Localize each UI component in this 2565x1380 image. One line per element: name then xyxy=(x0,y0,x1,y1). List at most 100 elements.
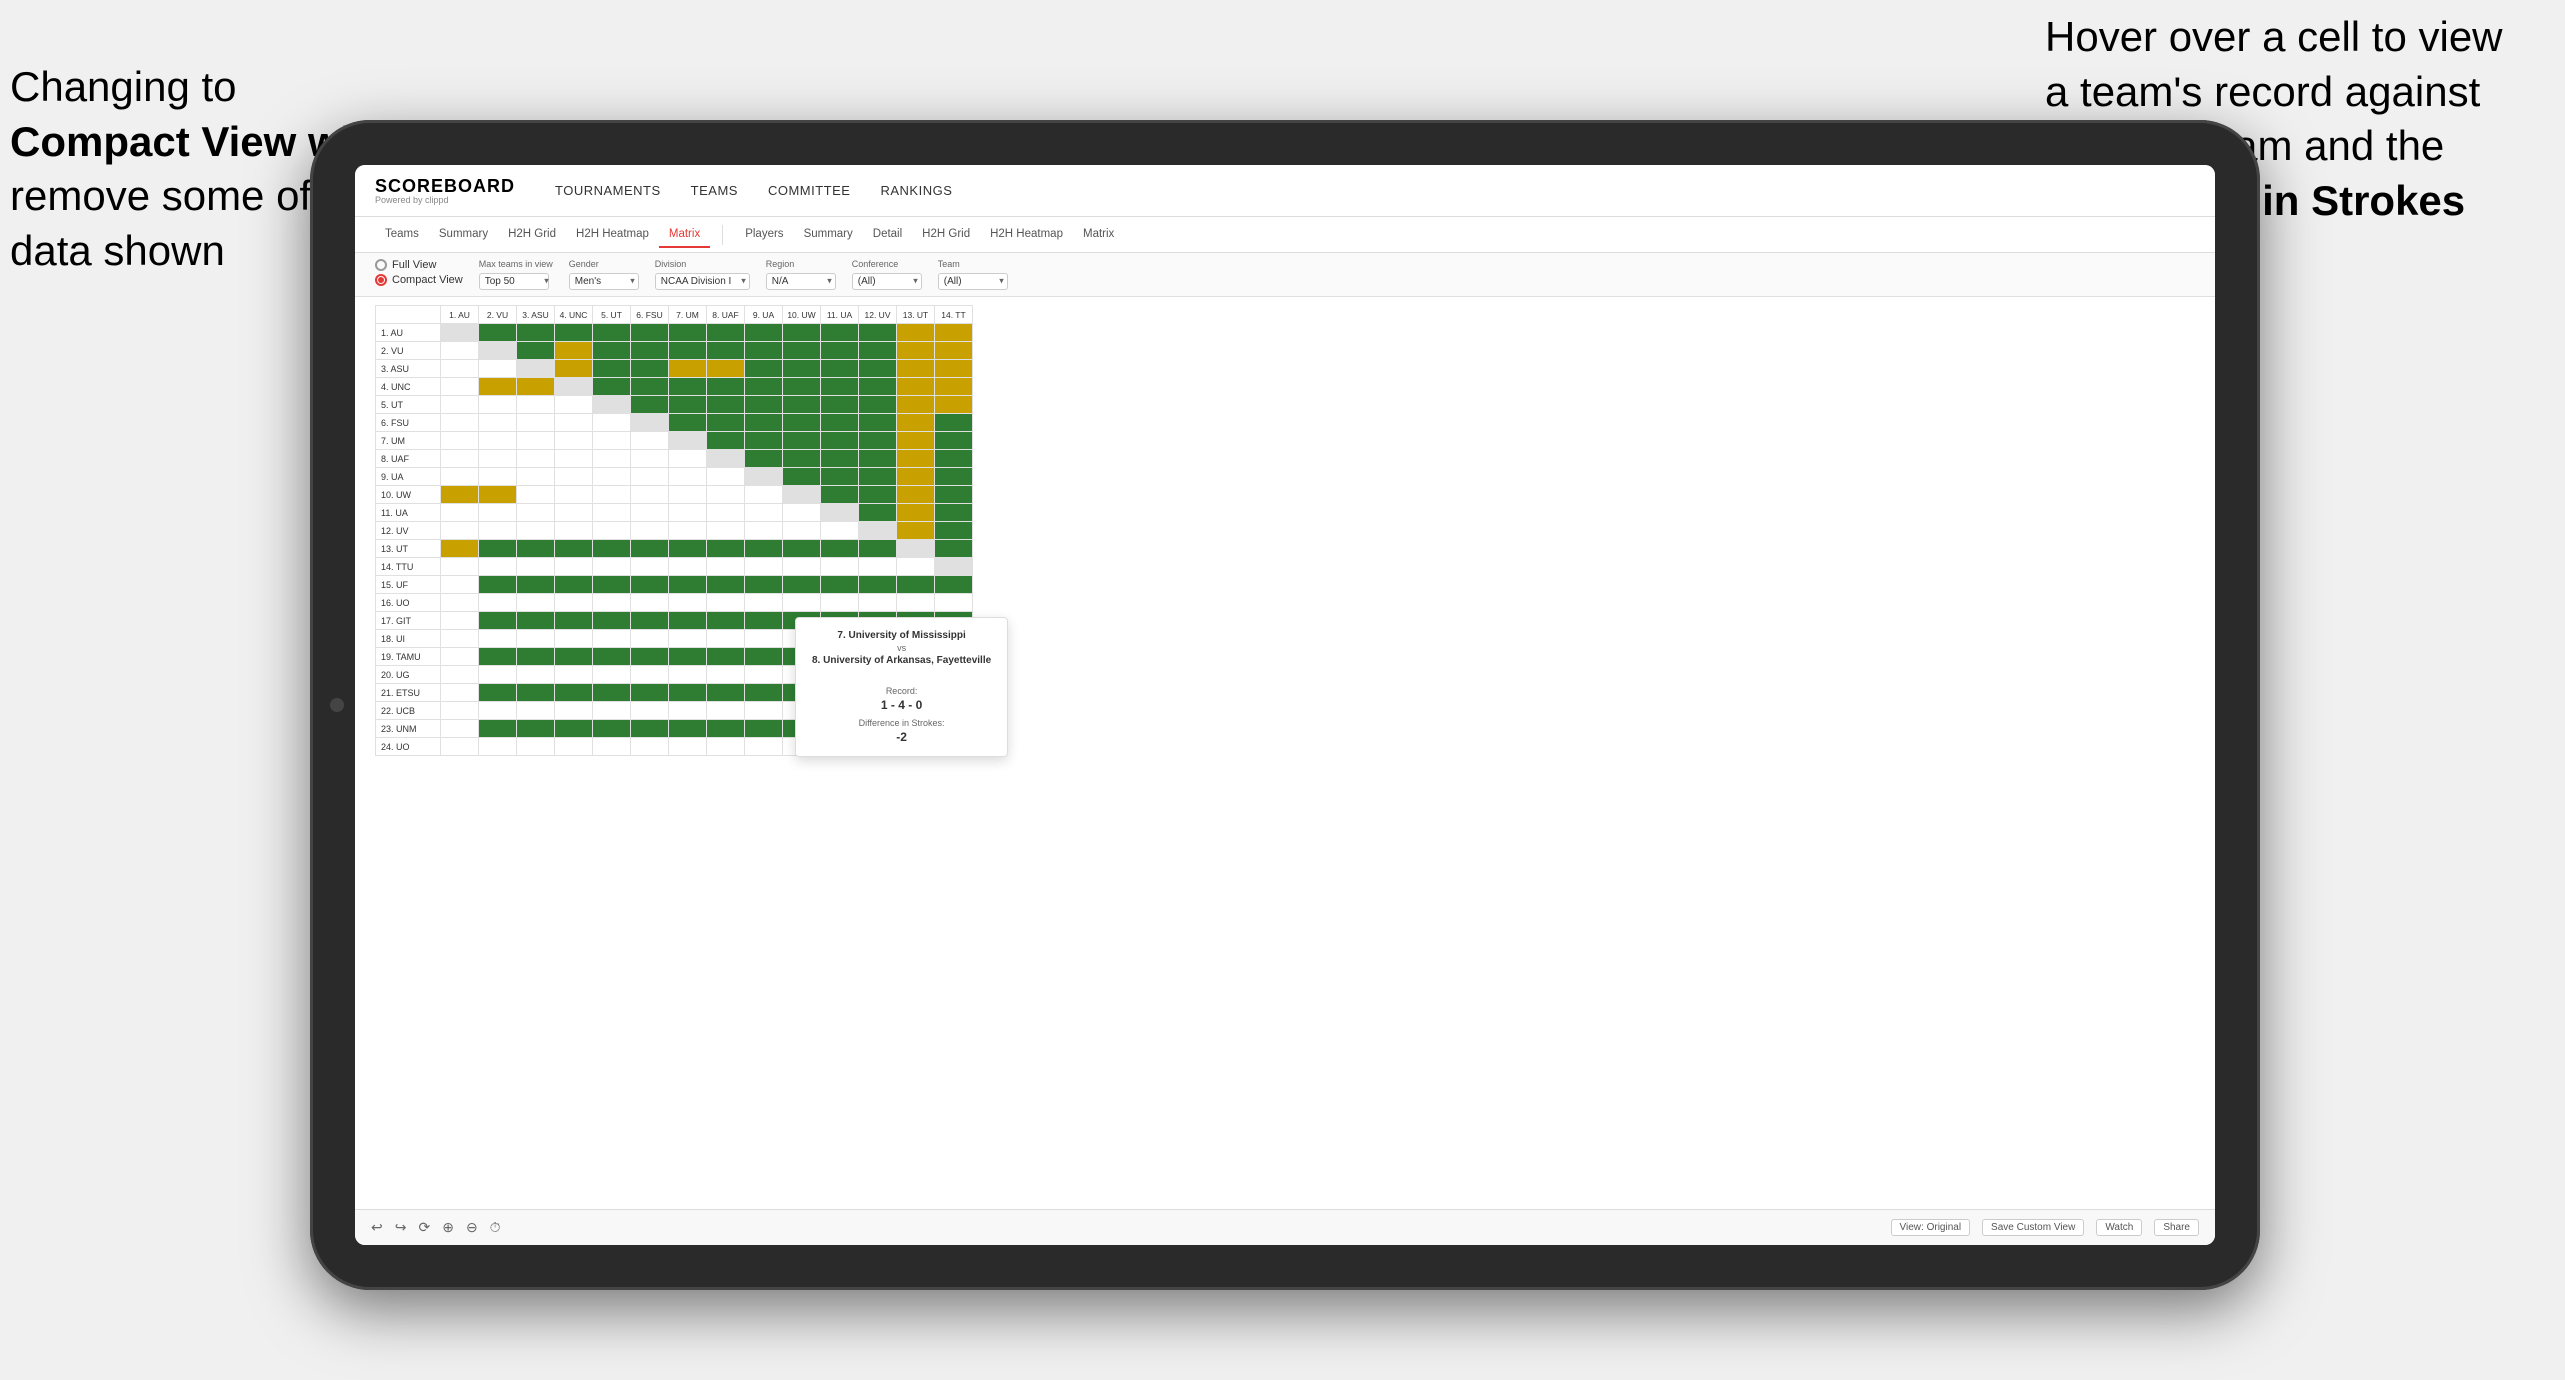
matrix-cell-14-3[interactable] xyxy=(555,576,593,594)
team-select[interactable]: (All) xyxy=(938,273,1008,290)
matrix-cell-12-8[interactable] xyxy=(745,540,783,558)
matrix-cell-6-13[interactable] xyxy=(935,432,973,450)
matrix-cell-21-2[interactable] xyxy=(517,702,555,720)
matrix-cell-15-1[interactable] xyxy=(479,594,517,612)
matrix-cell-10-1[interactable] xyxy=(479,504,517,522)
sub-nav-summary1[interactable]: Summary xyxy=(429,222,498,248)
matrix-cell-0-2[interactable] xyxy=(517,324,555,342)
matrix-cell-10-12[interactable] xyxy=(897,504,935,522)
undo-icon[interactable]: ↩ xyxy=(371,1219,383,1236)
matrix-cell-10-13[interactable] xyxy=(935,504,973,522)
matrix-cell-7-2[interactable] xyxy=(517,450,555,468)
sub-nav-teams[interactable]: Teams xyxy=(375,222,429,248)
matrix-cell-11-13[interactable] xyxy=(935,522,973,540)
matrix-cell-23-5[interactable] xyxy=(631,738,669,756)
matrix-cell-7-1[interactable] xyxy=(479,450,517,468)
matrix-cell-12-6[interactable] xyxy=(669,540,707,558)
matrix-cell-8-8[interactable] xyxy=(745,468,783,486)
matrix-cell-5-13[interactable] xyxy=(935,414,973,432)
matrix-cell-0-12[interactable] xyxy=(897,324,935,342)
matrix-cell-9-1[interactable] xyxy=(479,486,517,504)
matrix-cell-22-7[interactable] xyxy=(707,720,745,738)
region-select[interactable]: N/A xyxy=(766,273,836,290)
radio-compact-view[interactable]: Compact View xyxy=(375,274,463,286)
matrix-cell-14-8[interactable] xyxy=(745,576,783,594)
matrix-cell-2-0[interactable] xyxy=(441,360,479,378)
matrix-cell-15-13[interactable] xyxy=(935,594,973,612)
matrix-cell-3-2[interactable] xyxy=(517,378,555,396)
matrix-cell-13-1[interactable] xyxy=(479,558,517,576)
matrix-cell-8-11[interactable] xyxy=(859,468,897,486)
matrix-cell-4-9[interactable] xyxy=(783,396,821,414)
matrix-cell-13-6[interactable] xyxy=(669,558,707,576)
matrix-cell-12-3[interactable] xyxy=(555,540,593,558)
matrix-cell-13-7[interactable] xyxy=(707,558,745,576)
matrix-cell-11-8[interactable] xyxy=(745,522,783,540)
matrix-cell-3-6[interactable] xyxy=(669,378,707,396)
matrix-cell-5-12[interactable] xyxy=(897,414,935,432)
watch-btn[interactable]: Watch xyxy=(2096,1219,2142,1236)
matrix-cell-10-10[interactable] xyxy=(821,504,859,522)
matrix-cell-11-4[interactable] xyxy=(593,522,631,540)
matrix-cell-6-6[interactable] xyxy=(669,432,707,450)
matrix-cell-1-11[interactable] xyxy=(859,342,897,360)
matrix-cell-6-10[interactable] xyxy=(821,432,859,450)
matrix-cell-8-4[interactable] xyxy=(593,468,631,486)
matrix-cell-1-8[interactable] xyxy=(745,342,783,360)
matrix-cell-11-9[interactable] xyxy=(783,522,821,540)
matrix-cell-12-0[interactable] xyxy=(441,540,479,558)
matrix-cell-15-8[interactable] xyxy=(745,594,783,612)
matrix-cell-7-13[interactable] xyxy=(935,450,973,468)
matrix-cell-3-10[interactable] xyxy=(821,378,859,396)
matrix-cell-5-5[interactable] xyxy=(631,414,669,432)
matrix-cell-23-1[interactable] xyxy=(479,738,517,756)
matrix-cell-1-3[interactable] xyxy=(555,342,593,360)
matrix-cell-15-11[interactable] xyxy=(859,594,897,612)
matrix-cell-0-8[interactable] xyxy=(745,324,783,342)
matrix-cell-5-2[interactable] xyxy=(517,414,555,432)
matrix-cell-22-1[interactable] xyxy=(479,720,517,738)
matrix-cell-8-13[interactable] xyxy=(935,468,973,486)
matrix-cell-10-4[interactable] xyxy=(593,504,631,522)
matrix-cell-4-4[interactable] xyxy=(593,396,631,414)
zoom-in-icon[interactable]: ⊕ xyxy=(442,1219,454,1236)
matrix-cell-4-3[interactable] xyxy=(555,396,593,414)
matrix-cell-2-5[interactable] xyxy=(631,360,669,378)
matrix-cell-9-0[interactable] xyxy=(441,486,479,504)
matrix-cell-9-10[interactable] xyxy=(821,486,859,504)
matrix-cell-11-6[interactable] xyxy=(669,522,707,540)
matrix-cell-4-0[interactable] xyxy=(441,396,479,414)
matrix-cell-11-1[interactable] xyxy=(479,522,517,540)
matrix-cell-5-10[interactable] xyxy=(821,414,859,432)
matrix-cell-1-5[interactable] xyxy=(631,342,669,360)
conference-select[interactable]: (All) xyxy=(852,273,922,290)
matrix-cell-9-11[interactable] xyxy=(859,486,897,504)
matrix-cell-15-0[interactable] xyxy=(441,594,479,612)
matrix-cell-16-2[interactable] xyxy=(517,612,555,630)
matrix-cell-0-6[interactable] xyxy=(669,324,707,342)
matrix-cell-15-4[interactable] xyxy=(593,594,631,612)
matrix-cell-11-10[interactable] xyxy=(821,522,859,540)
matrix-cell-19-5[interactable] xyxy=(631,666,669,684)
matrix-cell-14-10[interactable] xyxy=(821,576,859,594)
matrix-cell-19-6[interactable] xyxy=(669,666,707,684)
matrix-cell-15-6[interactable] xyxy=(669,594,707,612)
matrix-cell-15-12[interactable] xyxy=(897,594,935,612)
radio-full-view[interactable]: Full View xyxy=(375,259,463,271)
matrix-cell-5-1[interactable] xyxy=(479,414,517,432)
nav-rankings[interactable]: RANKINGS xyxy=(880,179,952,202)
matrix-cell-7-9[interactable] xyxy=(783,450,821,468)
matrix-cell-11-0[interactable] xyxy=(441,522,479,540)
matrix-cell-10-7[interactable] xyxy=(707,504,745,522)
matrix-cell-8-10[interactable] xyxy=(821,468,859,486)
matrix-cell-0-5[interactable] xyxy=(631,324,669,342)
matrix-cell-15-10[interactable] xyxy=(821,594,859,612)
matrix-cell-16-5[interactable] xyxy=(631,612,669,630)
matrix-cell-12-7[interactable] xyxy=(707,540,745,558)
matrix-cell-14-2[interactable] xyxy=(517,576,555,594)
sub-nav-h2hheatmap1[interactable]: H2H Heatmap xyxy=(566,222,659,248)
matrix-cell-18-3[interactable] xyxy=(555,648,593,666)
matrix-cell-4-8[interactable] xyxy=(745,396,783,414)
matrix-cell-14-12[interactable] xyxy=(897,576,935,594)
clock-icon[interactable]: ⏱ xyxy=(490,1219,501,1236)
